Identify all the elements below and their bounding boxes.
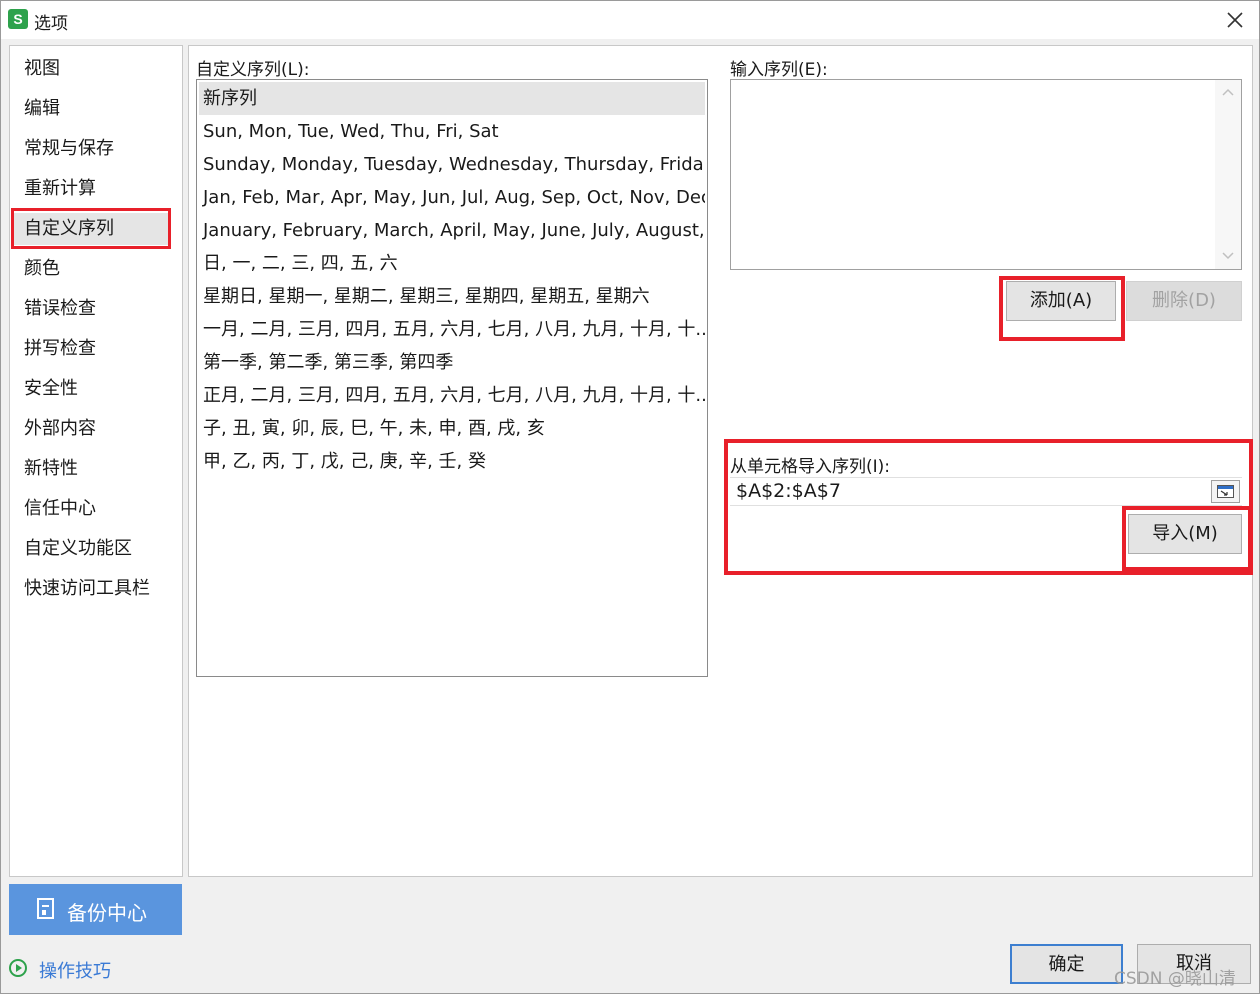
- sidebar-item-error-checking[interactable]: 错误检查: [14, 293, 170, 325]
- add-button[interactable]: 添加(A): [1006, 281, 1116, 321]
- scroll-up-icon: [1222, 88, 1234, 96]
- title-bar: S 选项: [1, 1, 1259, 39]
- backup-icon: [37, 898, 54, 919]
- list-entries-label: 输入序列(E):: [730, 60, 828, 80]
- wps-app-icon: S: [8, 9, 28, 29]
- close-icon: [1227, 12, 1243, 28]
- range-select-icon: [1217, 485, 1234, 498]
- custom-lists-label: 自定义序列(L):: [196, 60, 310, 80]
- sidebar-item-custom-lists[interactable]: 自定义序列: [14, 213, 170, 245]
- list-item[interactable]: Sun, Mon, Tue, Wed, Thu, Fri, Sat: [199, 115, 705, 148]
- list-item[interactable]: Jan, Feb, Mar, Apr, May, Jun, Jul, Aug, …: [199, 181, 705, 214]
- sidebar-item-trust-center[interactable]: 信任中心: [14, 493, 170, 525]
- list-item[interactable]: 日, 一, 二, 三, 四, 五, 六: [199, 247, 705, 280]
- import-range-input[interactable]: $A$2:$A$7: [730, 477, 1242, 506]
- list-item[interactable]: 星期日, 星期一, 星期二, 星期三, 星期四, 星期五, 星期六: [199, 280, 705, 313]
- backup-center-button[interactable]: 备份中心: [9, 884, 182, 935]
- list-item[interactable]: 正月, 二月, 三月, 四月, 五月, 六月, 七月, 八月, 九月, 十月, …: [199, 379, 705, 412]
- sidebar-item-general-save[interactable]: 常规与保存: [14, 133, 170, 165]
- sidebar-item-quick-access-toolbar[interactable]: 快速访问工具栏: [14, 573, 170, 605]
- play-circle-icon: [9, 959, 27, 977]
- textarea-scrollbar[interactable]: [1215, 80, 1241, 269]
- sidebar-item-recalculation[interactable]: 重新计算: [14, 173, 170, 205]
- delete-button[interactable]: 删除(D): [1126, 281, 1242, 321]
- sidebar-item-view[interactable]: 视图: [14, 53, 170, 85]
- close-button[interactable]: [1217, 5, 1253, 35]
- options-dialog: S 选项 视图 编辑 常规与保存 重新计算 自定义序列 颜色 错误检查 拼写检查…: [0, 0, 1260, 994]
- list-item[interactable]: 新序列: [199, 82, 705, 115]
- watermark-text: CSDN @晓山清: [1114, 969, 1236, 989]
- ok-button[interactable]: 确定: [1010, 944, 1123, 984]
- range-picker-button[interactable]: [1211, 480, 1240, 503]
- scroll-down-icon: [1222, 252, 1234, 260]
- sidebar-item-customize-ribbon[interactable]: 自定义功能区: [14, 533, 170, 565]
- list-item[interactable]: 子, 丑, 寅, 卯, 辰, 巳, 午, 未, 申, 酉, 戌, 亥: [199, 412, 705, 445]
- options-sidebar: 视图 编辑 常规与保存 重新计算 自定义序列 颜色 错误检查 拼写检查 安全性 …: [9, 45, 183, 877]
- list-entries-textarea[interactable]: [730, 79, 1242, 270]
- import-button[interactable]: 导入(M): [1128, 514, 1242, 554]
- sidebar-item-spell-check[interactable]: 拼写检查: [14, 333, 170, 365]
- sidebar-item-color[interactable]: 颜色: [14, 253, 170, 285]
- list-item[interactable]: Sunday, Monday, Tuesday, Wednesday, Thur…: [199, 148, 705, 181]
- sidebar-item-external-content[interactable]: 外部内容: [14, 413, 170, 445]
- import-range-label: 从单元格导入序列(I):: [730, 457, 891, 477]
- list-item[interactable]: 第一季, 第二季, 第三季, 第四季: [199, 346, 705, 379]
- list-item[interactable]: January, February, March, April, May, Ju…: [199, 214, 705, 247]
- backup-center-label: 备份中心: [67, 901, 147, 925]
- tips-label: 操作技巧: [39, 961, 111, 982]
- list-item[interactable]: 甲, 乙, 丙, 丁, 戊, 己, 庚, 辛, 壬, 癸: [199, 445, 705, 478]
- list-item[interactable]: 一月, 二月, 三月, 四月, 五月, 六月, 七月, 八月, 九月, 十月, …: [199, 313, 705, 346]
- sidebar-item-edit[interactable]: 编辑: [14, 93, 170, 125]
- sidebar-item-security[interactable]: 安全性: [14, 373, 170, 405]
- custom-lists-listbox[interactable]: 新序列 Sun, Mon, Tue, Wed, Thu, Fri, Sat Su…: [196, 79, 708, 677]
- sidebar-item-new-features[interactable]: 新特性: [14, 453, 170, 485]
- dialog-title: 选项: [34, 14, 68, 34]
